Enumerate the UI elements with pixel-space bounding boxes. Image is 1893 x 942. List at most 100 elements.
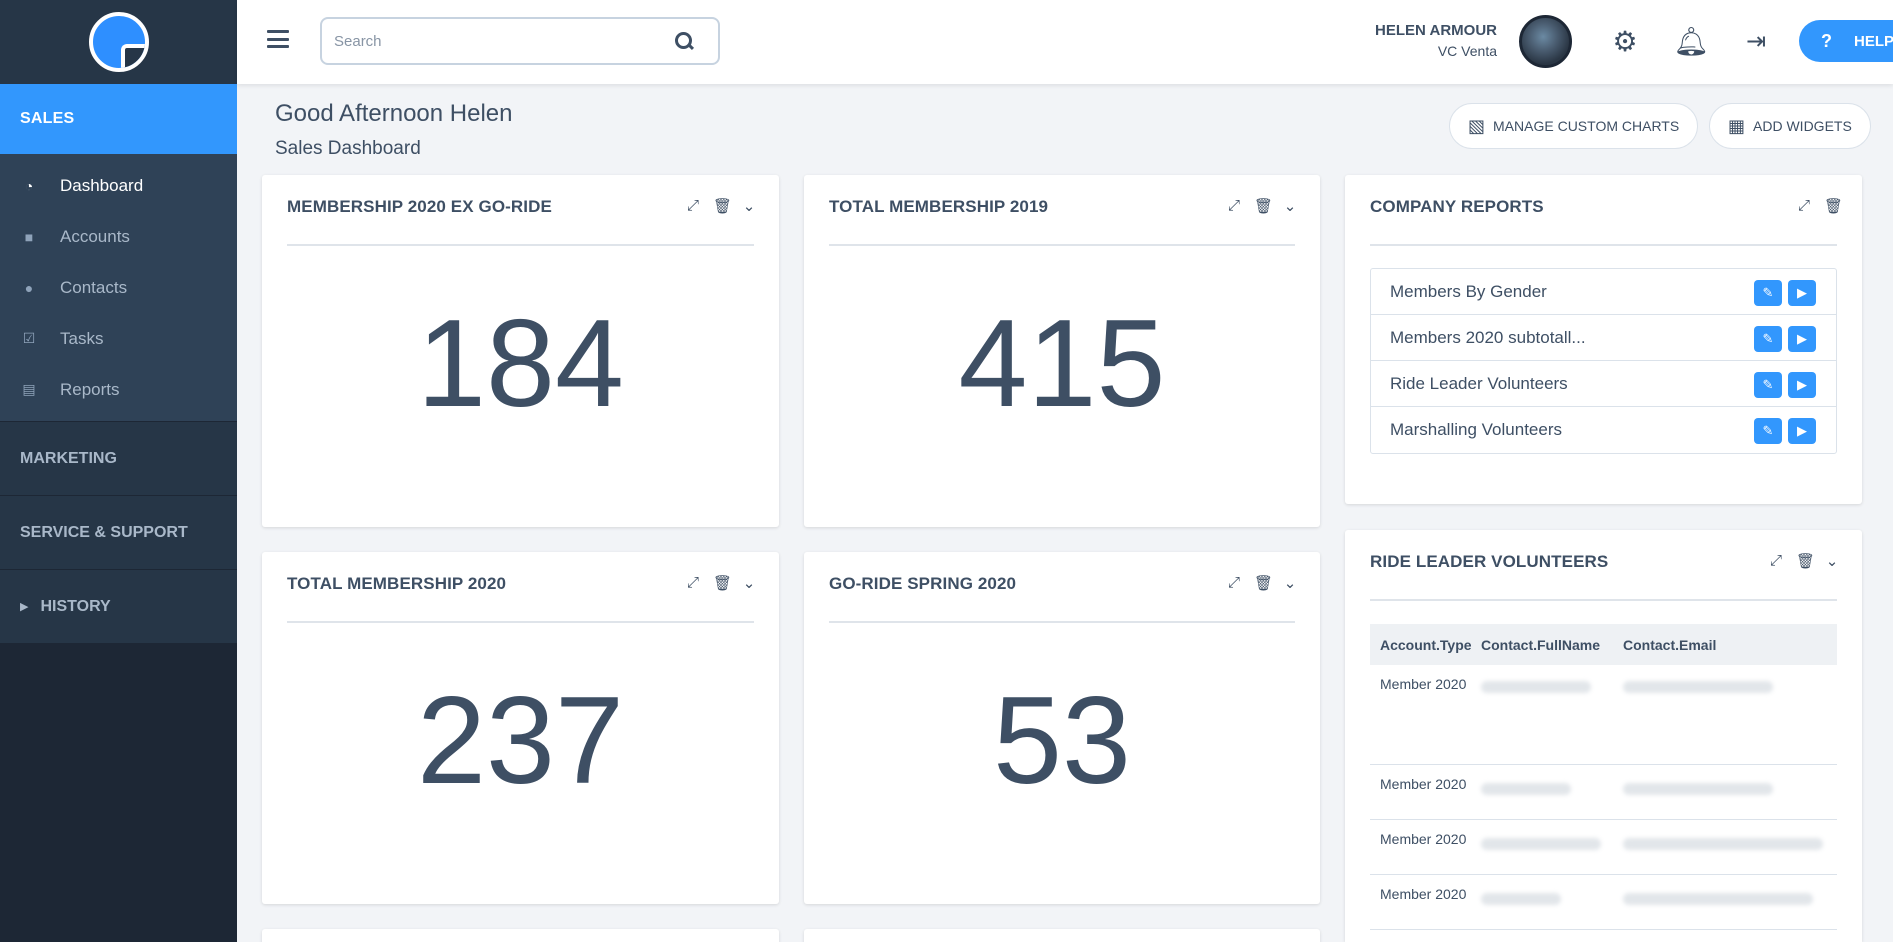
logout-icon[interactable]: ⇥ — [1739, 24, 1773, 58]
expand-icon[interactable]: ⤢ — [1796, 197, 1812, 215]
chevron-down-icon[interactable]: ⌄ — [1282, 197, 1298, 215]
search-box — [320, 17, 720, 65]
table-row[interactable]: Member 2020 — [1370, 820, 1837, 875]
sidebar-item-reports[interactable]: ▤ Reports — [0, 364, 237, 415]
trash-icon[interactable]: 🗑︎ — [1824, 197, 1843, 215]
user-info: HELEN ARMOUR VC Venta — [1375, 22, 1497, 59]
help-button[interactable]: ? HELP — [1799, 20, 1893, 62]
table-row[interactable]: Member 2020 — [1370, 875, 1837, 930]
widget-value: 184 — [417, 295, 624, 433]
cell-fullname — [1481, 832, 1623, 874]
help-label: HELP — [1854, 32, 1893, 50]
widget-tools: ⤢ 🗑︎ ⌄ — [685, 574, 757, 592]
nav-section-label: HISTORY — [40, 597, 111, 615]
cell-email — [1623, 777, 1837, 819]
play-icon[interactable]: ▶ — [1788, 372, 1816, 398]
column-header[interactable]: Contact.Email — [1623, 637, 1837, 653]
search-input[interactable] — [334, 32, 674, 50]
grid-icon: ▦ — [1728, 115, 1746, 136]
widget-ride-leader-volunteers: RIDE LEADER VOLUNTEERS ⤢ 🗑︎ ⌄ Account.Ty… — [1345, 530, 1862, 942]
widget-value: 237 — [417, 672, 624, 810]
trash-icon[interactable]: 🗑︎ — [713, 197, 732, 215]
cell-account-type: Member 2020 — [1380, 831, 1467, 847]
button-label: MANAGE CUSTOM CHARTS — [1493, 118, 1680, 134]
trash-icon[interactable]: 🗑︎ — [1254, 197, 1273, 215]
list-item[interactable]: Members 2020 subtotall... ✎ ▶ — [1371, 315, 1836, 361]
sidebar: SALES ◔ Dashboard ■ Accounts ● Contacts … — [0, 0, 237, 942]
sidebar-item-accounts[interactable]: ■ Accounts — [0, 211, 237, 262]
play-icon[interactable]: ▶ — [1788, 326, 1816, 352]
list-item[interactable]: Marshalling Volunteers ✎ ▶ — [1371, 407, 1836, 453]
cell-account-type: Member 2020 — [1380, 776, 1467, 792]
column-header[interactable]: Contact.FullName — [1481, 637, 1623, 653]
menu-icon[interactable] — [267, 30, 289, 48]
play-icon[interactable]: ▶ — [1788, 418, 1816, 444]
sidebar-item-label: Reports — [60, 379, 120, 399]
table-header: Account.Type Contact.FullName Contact.Em… — [1370, 624, 1837, 665]
divider — [1370, 244, 1837, 246]
clipboard-icon: ▧ — [1468, 115, 1486, 136]
chevron-down-icon[interactable]: ⌄ — [741, 197, 757, 215]
nav-section-service[interactable]: SERVICE & SUPPORT — [0, 495, 237, 569]
manage-custom-charts-button[interactable]: ▧ MANAGE CUSTOM CHARTS — [1449, 103, 1699, 149]
expand-icon[interactable]: ⤢ — [685, 197, 701, 215]
nav-section-history[interactable]: ▶ HISTORY — [0, 569, 237, 643]
edit-icon[interactable]: ✎ — [1754, 326, 1782, 352]
cell-fullname — [1481, 887, 1623, 929]
widget-title: COMPANY REPORTS — [1370, 197, 1544, 216]
play-icon[interactable]: ▶ — [1788, 280, 1816, 306]
sidebar-item-contacts[interactable]: ● Contacts — [0, 262, 237, 313]
widget-company-reports: COMPANY REPORTS ⤢ 🗑︎ Members By Gender ✎… — [1345, 175, 1862, 504]
trash-icon[interactable]: 🗑︎ — [1796, 552, 1815, 570]
cell-email — [1623, 887, 1837, 929]
page-greeting: Good Afternoon Helen — [275, 100, 513, 127]
nav-section-sales[interactable]: SALES — [0, 84, 237, 154]
widget-membership-2020-ex-go-ride: MEMBERSHIP 2020 EX GO-RIDE ⤢ 🗑︎ ⌄ 184 — [262, 175, 779, 527]
divider — [829, 244, 1295, 246]
volunteers-table: Account.Type Contact.FullName Contact.Em… — [1370, 624, 1837, 930]
column-header[interactable]: Account.Type — [1370, 637, 1481, 653]
nav-section-marketing[interactable]: MARKETING — [0, 421, 237, 495]
table-row[interactable]: Member 2020 — [1370, 765, 1837, 820]
report-name: Marshalling Volunteers — [1390, 420, 1562, 439]
cell-fullname — [1481, 677, 1623, 764]
expand-icon[interactable]: ⤢ — [1226, 197, 1242, 215]
reports-list: Members By Gender ✎ ▶ Members 2020 subtot… — [1370, 268, 1837, 454]
trash-icon[interactable]: 🗑︎ — [1254, 574, 1273, 592]
bell-icon[interactable]: 🔔︎ — [1673, 24, 1709, 58]
question-icon: ? — [1821, 30, 1832, 51]
edit-icon[interactable]: ✎ — [1754, 372, 1782, 398]
chevron-down-icon[interactable]: ⌄ — [1282, 574, 1298, 592]
table-row[interactable]: Member 2020 — [1370, 665, 1837, 765]
report-name: Ride Leader Volunteers — [1390, 373, 1568, 393]
sidebar-item-label: Contacts — [60, 277, 128, 297]
cell-email — [1623, 832, 1837, 874]
widget-partial — [804, 929, 1320, 942]
edit-icon[interactable]: ✎ — [1754, 280, 1782, 306]
expand-icon[interactable]: ⤢ — [685, 574, 701, 592]
trash-icon[interactable]: 🗑︎ — [713, 574, 732, 592]
expand-icon[interactable]: ⤢ — [1768, 552, 1784, 570]
avatar[interactable] — [1519, 15, 1572, 68]
chevron-down-icon[interactable]: ⌄ — [1824, 552, 1840, 570]
list-item[interactable]: Ride Leader Volunteers ✎ ▶ — [1371, 361, 1836, 407]
expand-icon[interactable]: ⤢ — [1226, 574, 1242, 592]
sidebar-item-label: Tasks — [60, 328, 104, 348]
sidebar-item-tasks[interactable]: ☑ Tasks — [0, 313, 237, 364]
cell-account-type: Member 2020 — [1380, 676, 1467, 692]
list-item[interactable]: Members By Gender ✎ ▶ — [1371, 269, 1836, 315]
add-widgets-button[interactable]: ▦ ADD WIDGETS — [1709, 103, 1871, 149]
nav-section-label: MARKETING — [20, 449, 117, 467]
divider — [1370, 599, 1837, 601]
gear-icon[interactable]: ⚙ — [1608, 24, 1642, 58]
chevron-down-icon[interactable]: ⌄ — [741, 574, 757, 592]
widget-go-ride-spring-2020: GO-RIDE SPRING 2020 ⤢ 🗑︎ ⌄ 53 — [804, 552, 1320, 904]
search-icon[interactable] — [674, 31, 694, 51]
sidebar-item-dashboard[interactable]: ◔ Dashboard — [0, 160, 237, 211]
app-logo[interactable] — [88, 12, 149, 72]
cell-email — [1623, 677, 1837, 764]
users-icon: ● — [24, 279, 34, 296]
edit-icon[interactable]: ✎ — [1754, 418, 1782, 444]
cell-fullname — [1481, 777, 1623, 819]
user-name: HELEN ARMOUR — [1375, 22, 1497, 39]
